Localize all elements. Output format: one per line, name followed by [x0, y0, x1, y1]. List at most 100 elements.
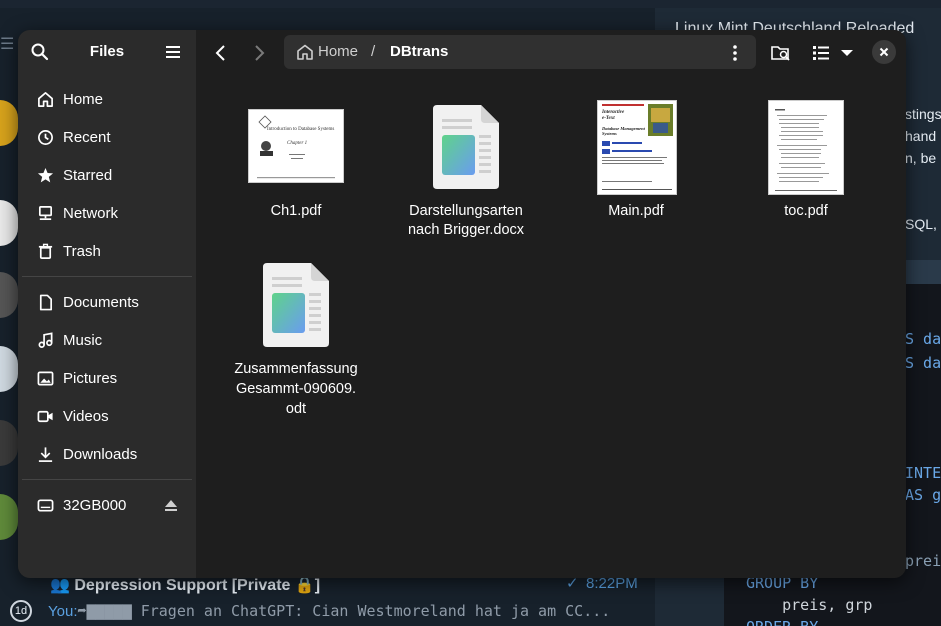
sidebar-item-label: Trash	[63, 242, 101, 260]
chat-title: 👥 Depression Support [Private 🔒]	[50, 577, 321, 594]
sidebar-item-recent[interactable]: Recent	[24, 120, 190, 154]
sidebar-item-drive[interactable]: 32GB000	[24, 488, 190, 522]
sidebar-item-videos[interactable]: Videos	[24, 399, 190, 433]
sidebar-header: Files	[18, 30, 196, 76]
sidebar-item-music[interactable]: Music	[24, 323, 190, 357]
breadcrumb-current[interactable]: DBtrans	[390, 43, 448, 60]
chat-sender: You:	[48, 603, 78, 620]
back-icon[interactable]	[210, 42, 232, 64]
file-name: Main.pdf	[608, 203, 664, 219]
thumb-chapter: Chapter 1	[287, 141, 307, 146]
file-item[interactable]: Introduction to Database Systems Chapter…	[226, 100, 366, 230]
right-panel-text: SQL, c	[905, 216, 941, 232]
right-panel-text: stings	[905, 106, 941, 122]
group-icon: 👥	[50, 577, 75, 594]
list-view-icon[interactable]	[810, 42, 832, 64]
sidebar-item-label: Starred	[63, 166, 113, 184]
sidebar-item-label: Recent	[63, 128, 111, 146]
video-icon	[36, 407, 54, 425]
document-preview-image: Introduction to Database Systems Chapter…	[249, 110, 343, 182]
file-manager-window: Files Home Recent Starred Network Trash …	[18, 30, 906, 578]
code-line: S dat	[905, 354, 941, 372]
timer-badge: 1d	[10, 600, 32, 622]
file-name: Ch1.pdf	[270, 203, 322, 219]
sidebar-item-documents[interactable]: Documents	[24, 285, 190, 319]
right-panel-text: n, be	[905, 150, 937, 166]
background-topbar	[0, 0, 941, 8]
document-preview-image	[769, 101, 843, 194]
sidebar-item-label: Downloads	[63, 445, 138, 463]
sidebar-item-starred[interactable]: Starred	[24, 158, 190, 192]
pdf-thumbnail: Introduction to Database Systems Chapter…	[248, 109, 344, 183]
picture-icon	[36, 369, 54, 387]
path-bar[interactable]: Home / DBtrans	[284, 35, 756, 69]
chevron-down-icon[interactable]	[836, 42, 858, 64]
sidebar-item-downloads[interactable]: Downloads	[24, 437, 190, 471]
sidebar-divider	[22, 276, 192, 277]
breadcrumb-separator: /	[371, 43, 376, 60]
file-name: Gesammt-090609.	[235, 381, 357, 397]
sidebar-item-network[interactable]: Network	[24, 196, 190, 230]
file-name: Darstellungsarten	[409, 203, 523, 219]
file-item[interactable]: toc.pdf	[736, 100, 876, 230]
download-icon	[36, 445, 54, 463]
main-content: Home / DBtrans Introduction to Database …	[196, 30, 906, 578]
document-file-icon	[433, 105, 499, 189]
sidebar-item-label: Documents	[63, 293, 139, 311]
music-icon	[36, 331, 54, 349]
sidebar-item-label: Music	[63, 331, 103, 349]
chat-preview: You:➦▇▇▇▇▇ Fragen an ChatGPT: Cian Westm…	[48, 602, 610, 620]
code-line: AS g	[905, 486, 941, 504]
file-item[interactable]: Darstellungsarten nach Brigger.docx	[396, 100, 536, 250]
document-file-icon	[263, 263, 329, 347]
pdf-thumbnail: Interactive e-Text Database Management S…	[597, 100, 677, 195]
code-line: preis, grp	[746, 596, 873, 614]
sidebar-item-label: Pictures	[63, 369, 118, 387]
sidebar-item-label: 32GB000	[63, 496, 127, 514]
sidebar: Files Home Recent Starred Network Trash …	[18, 30, 196, 578]
breadcrumb-home[interactable]: Home	[318, 43, 358, 60]
forward-icon[interactable]	[248, 42, 270, 64]
trash-icon	[36, 242, 54, 260]
document-preview-image: Interactive e-Text Database Management S…	[598, 101, 676, 194]
code-line: INTE	[905, 464, 941, 482]
close-button[interactable]	[872, 40, 896, 64]
sidebar-item-trash[interactable]: Trash	[24, 234, 190, 268]
drive-icon	[36, 496, 54, 514]
pdf-thumbnail	[768, 100, 844, 195]
toolbar: Home / DBtrans	[196, 30, 906, 76]
file-name: toc.pdf	[784, 203, 828, 219]
more-options-icon[interactable]	[732, 44, 738, 62]
file-name: odt	[285, 401, 307, 417]
thumb-title: e-Text	[602, 116, 615, 121]
file-name: Zusammenfassung	[234, 361, 358, 377]
sidebar-divider	[22, 479, 192, 480]
home-icon	[36, 90, 54, 108]
hamburger-menu-icon[interactable]	[164, 43, 182, 61]
right-panel-text: hand	[905, 128, 937, 144]
thumb-title: Interactive	[601, 110, 625, 115]
home-icon[interactable]	[296, 44, 314, 60]
clock-icon	[36, 128, 54, 146]
sidebar-item-label: Network	[63, 204, 119, 222]
eject-icon[interactable]	[163, 497, 179, 513]
star-icon	[36, 166, 54, 184]
code-line: preis	[905, 552, 941, 570]
code-line: ORDER BY	[746, 618, 818, 626]
search-folder-icon[interactable]	[770, 42, 792, 64]
document-icon	[36, 293, 54, 311]
sidebar-item-home[interactable]: Home	[24, 82, 190, 116]
forward-icon: ➦▇▇▇▇▇	[77, 602, 132, 620]
sidebar-item-label: Videos	[63, 407, 109, 425]
code-line: S dat	[905, 330, 941, 348]
hamburger-icon[interactable]: ☰	[0, 34, 14, 54]
network-icon	[36, 204, 54, 222]
file-name: nach Brigger.docx	[407, 222, 525, 238]
thumb-title: Introduction to Database Systems	[267, 127, 334, 132]
file-item[interactable]: Zusammenfassung Gesammt-090609. odt	[226, 255, 366, 425]
chat-preview-text: Fragen an ChatGPT: Cian Westmoreland hat…	[131, 602, 611, 620]
file-item[interactable]: Interactive e-Text Database Management S…	[566, 100, 706, 230]
sidebar-item-pictures[interactable]: Pictures	[24, 361, 190, 395]
thumb-title: Systems	[602, 131, 617, 136]
close-icon	[879, 47, 889, 57]
